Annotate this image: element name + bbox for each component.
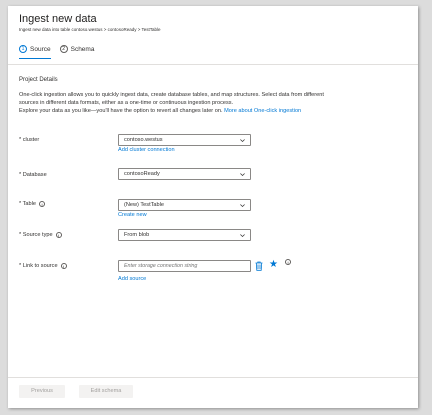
info-icon[interactable]: i bbox=[285, 259, 291, 265]
tab-source-number: 1 bbox=[19, 45, 27, 53]
tab-source-label: Source bbox=[30, 45, 51, 53]
previous-button[interactable]: Previous bbox=[19, 385, 65, 398]
storage-connection-input[interactable] bbox=[118, 260, 251, 272]
table-select-value: (New) TestTable bbox=[124, 202, 164, 208]
description: One-click ingestion allows you to quickl… bbox=[19, 91, 409, 115]
star-icon[interactable]: ★ bbox=[269, 260, 278, 270]
database-label: * Database bbox=[19, 172, 47, 178]
info-icon[interactable]: i bbox=[39, 201, 46, 207]
tab-schema-number: 2 bbox=[59, 45, 68, 53]
database-label-text: * Database bbox=[19, 172, 47, 178]
source-type-select-value: From blob bbox=[124, 232, 150, 238]
description-line-1: One-click ingestion allows you to quickl… bbox=[19, 92, 324, 98]
add-cluster-connection-link[interactable]: Add cluster connection bbox=[118, 147, 175, 153]
table-select[interactable]: (New) TestTable bbox=[118, 199, 251, 211]
add-source-link[interactable]: Add source bbox=[118, 276, 146, 282]
tab-source[interactable]: 1 Source bbox=[19, 42, 51, 59]
wizard-tabs: 1 Source 2 Schema bbox=[19, 42, 103, 59]
chevron-down-icon bbox=[240, 234, 245, 238]
page-subtitle: Ingest new data into table contoso.westu… bbox=[19, 27, 161, 32]
chevron-down-icon bbox=[240, 139, 245, 143]
source-type-label-text: * Source type bbox=[19, 232, 53, 238]
description-line-2: sources in different data formats, eithe… bbox=[19, 100, 234, 106]
chevron-down-icon bbox=[240, 173, 245, 177]
source-type-label: * Source type i bbox=[19, 232, 62, 238]
cluster-label-text: * cluster bbox=[19, 137, 40, 143]
cluster-select-value: contoso.westus bbox=[124, 137, 163, 143]
ingest-panel: Ingest new data Ingest new data into tab… bbox=[8, 6, 418, 408]
more-about-link[interactable]: More about One-click ingestion bbox=[224, 108, 301, 114]
page-title: Ingest new data bbox=[19, 13, 97, 25]
info-icon[interactable]: i bbox=[55, 232, 62, 238]
table-label-text: * Table bbox=[19, 201, 37, 207]
trash-icon[interactable] bbox=[255, 261, 263, 271]
tab-schema-label: Schema bbox=[70, 45, 95, 53]
section-title: Project Details bbox=[19, 77, 58, 83]
chevron-down-icon bbox=[240, 204, 245, 208]
create-new-link[interactable]: Create new bbox=[118, 212, 147, 218]
link-to-source-label: * Link to source i bbox=[19, 263, 67, 269]
link-to-source-label-text: * Link to source bbox=[19, 263, 58, 269]
edit-schema-button[interactable]: Edit schema bbox=[79, 385, 133, 398]
table-label: * Table i bbox=[19, 201, 46, 207]
cluster-select[interactable]: contoso.westus bbox=[118, 134, 251, 146]
database-select-value: contosoReady bbox=[124, 171, 160, 177]
footer-divider bbox=[8, 377, 418, 378]
description-line-3: Explore your data as you like—you'll hav… bbox=[19, 107, 409, 115]
cluster-label: * cluster bbox=[19, 137, 39, 143]
tab-schema[interactable]: 2 Schema bbox=[59, 42, 95, 56]
database-select[interactable]: contosoReady bbox=[118, 168, 251, 180]
description-line-3-text: Explore your data as you like—you'll hav… bbox=[19, 108, 223, 114]
source-type-select[interactable]: From blob bbox=[118, 229, 251, 241]
info-icon[interactable]: i bbox=[60, 263, 67, 269]
header-divider bbox=[8, 64, 418, 65]
